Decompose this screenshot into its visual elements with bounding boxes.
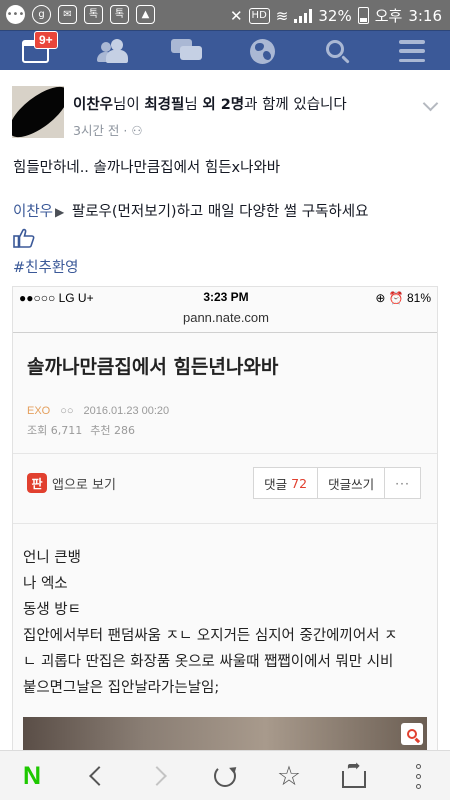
browser-toolbar: N ☆ <box>0 750 450 800</box>
friends-button[interactable] <box>83 31 143 71</box>
talk-icon: 톡 <box>110 5 129 24</box>
back-button[interactable] <box>64 751 128 800</box>
notification-badge: 9+ <box>34 31 58 49</box>
forward-button[interactable] <box>128 751 192 800</box>
hd-icon: HD <box>248 7 270 24</box>
more-icon <box>415 763 421 789</box>
bookmark-star-icon: ☆ <box>276 760 302 792</box>
thumbs-up-icon <box>13 228 35 248</box>
article-title: 솔까나만큼집에서 힘든년나와바 <box>27 356 279 378</box>
article-stats: 조회 6,711 추천 286 <box>27 422 135 438</box>
author-name[interactable]: 이찬우 <box>73 97 113 113</box>
battery-icon <box>357 7 369 24</box>
post-header: 이찬우님이 최경필님 외 2명과 함께 있습니다 <box>73 93 347 114</box>
promo-line: 이찬우 ▶ 팔로우(먼저보기)하고 매일 다양한 썰 구독하세요 <box>13 200 368 221</box>
post-text: 힘들만하네.. 솔까나만큼집에서 힘든x나와바 <box>13 160 281 176</box>
article-author: ○○ <box>60 405 74 417</box>
globe-icon <box>249 38 275 64</box>
refresh-icon <box>214 765 236 787</box>
comment-buttons: 댓글 72 댓글쓰기 ··· <box>253 467 421 499</box>
mute-icon: ✕ <box>229 6 243 25</box>
chevron-down-icon[interactable] <box>422 95 439 112</box>
others-link[interactable]: 외 2명 <box>202 97 244 113</box>
post-time[interactable]: 3시간 전 · ⚇ <box>73 120 143 139</box>
menu-icon <box>399 40 425 62</box>
article-category: EXO <box>27 405 51 417</box>
comments-count: 72 <box>291 475 308 491</box>
avatar[interactable] <box>12 86 64 138</box>
mail-icon: ✉ <box>58 5 77 24</box>
naver-home-button[interactable]: N <box>0 751 64 800</box>
talk-icon: 톡 <box>84 5 103 24</box>
friends-icon <box>97 39 129 63</box>
more-menu-button[interactable] <box>386 751 450 800</box>
play-icon: ▶ <box>55 205 65 219</box>
header-text: 과 함께 있습니다 <box>244 97 347 113</box>
naver-home-icon: N <box>22 761 42 790</box>
zoom-button <box>401 723 423 745</box>
wifi-icon: ≋ <box>275 6 289 25</box>
menu-button[interactable] <box>382 31 442 71</box>
comments-button: 댓글 72 <box>254 468 319 498</box>
header-text: 님 <box>184 97 203 113</box>
share-icon <box>342 756 366 788</box>
facebook-nav-bar: 9+ <box>0 30 450 70</box>
back-icon <box>89 766 109 786</box>
status-period: 오후 <box>374 7 403 25</box>
signal-icon <box>294 8 313 23</box>
status-time: 3:16 <box>408 6 442 25</box>
body-line: 집안에서부터 팬덤싸움 ㅈㄴ 오지거든 심지어 중간에끼어서 ㅈ <box>23 628 398 644</box>
search-icon <box>407 729 417 739</box>
forward-icon <box>147 766 167 786</box>
article-photo <box>23 717 427 750</box>
article-date: 2016.01.23 00:20 <box>83 405 170 417</box>
body-line: ㄴ 괴롭다 딴집은 화장품 옷으로 싸울때 쨉쨉이에서 뭐만 시비 <box>23 654 394 670</box>
write-comment-button: 댓글쓰기 <box>318 468 386 498</box>
bookmark-button[interactable]: ☆ <box>257 751 321 800</box>
post-time-text: 3시간 전 · <box>73 123 132 138</box>
more-button: ··· <box>395 475 410 491</box>
body-line: 동생 방ㅌ <box>23 602 81 618</box>
messages-icon <box>171 39 203 63</box>
search-button[interactable] <box>307 31 367 71</box>
app-view-link: 판 앱으로 보기 <box>27 473 116 493</box>
battery-percent: 32% <box>318 6 352 25</box>
message-icon: ••• <box>6 5 25 24</box>
gallery-icon: ▲ <box>136 5 155 24</box>
article-recommend: 추천 286 <box>90 424 135 437</box>
search-icon <box>326 40 344 58</box>
body-line: 언니 큰뱅 <box>23 550 81 566</box>
ios-time: 3:23 PM <box>203 290 249 304</box>
body-line: 나 엑소 <box>23 576 68 592</box>
notification-icons: ••• g ✉ 톡 톡 ▲ <box>6 5 155 24</box>
body-line: 붙으면그날은 집안날라가는날임; <box>23 680 220 696</box>
promo-text: 팔로우(먼저보기)하고 매일 다양한 썰 구독하세요 <box>67 204 369 220</box>
messages-button[interactable] <box>157 31 217 71</box>
header-text: 님이 <box>113 97 145 113</box>
refresh-button[interactable] <box>193 751 257 800</box>
article-meta: EXO ○○ 2016.01.23 00:20 <box>27 405 169 417</box>
status-bar: ••• g ✉ 톡 톡 ▲ ✕ HD ≋ 32% 오후 3:16 <box>0 0 450 30</box>
ios-status-bar: ●●○○○ LG U+ 3:23 PM ⊕ ⏰ 81% <box>13 287 437 309</box>
feed-post: 이찬우님이 최경필님 외 2명과 함께 있습니다 3시간 전 · ⚇ 힘들만하네… <box>0 70 450 750</box>
app-view-label: 앱으로 보기 <box>52 477 116 493</box>
promo-name-link[interactable]: 이찬우 <box>13 204 53 220</box>
share-button[interactable] <box>322 751 386 800</box>
g-circle-icon: g <box>32 5 51 24</box>
post-image[interactable]: ●●○○○ LG U+ 3:23 PM ⊕ ⏰ 81% pann.nate.co… <box>12 286 438 750</box>
article-body: 언니 큰뱅 나 엑소 동생 방ㅌ 집안에서부터 팬덤싸움 ㅈㄴ 오지거든 심지어… <box>23 545 398 701</box>
article-views: 조회 6,711 <box>27 424 83 437</box>
hashtag-link[interactable]: #친추환영 <box>13 256 79 277</box>
notifications-button[interactable] <box>232 31 292 71</box>
news-feed-button[interactable]: 9+ <box>5 31 65 71</box>
pann-app-icon: 판 <box>27 473 47 493</box>
ios-battery: ⊕ ⏰ 81% <box>375 291 431 305</box>
comments-label: 댓글 <box>264 476 288 492</box>
tagged-friend[interactable]: 최경필 <box>144 97 184 113</box>
url-bar: pann.nate.com <box>182 310 269 325</box>
audience-icon: ⚇ <box>131 123 143 138</box>
